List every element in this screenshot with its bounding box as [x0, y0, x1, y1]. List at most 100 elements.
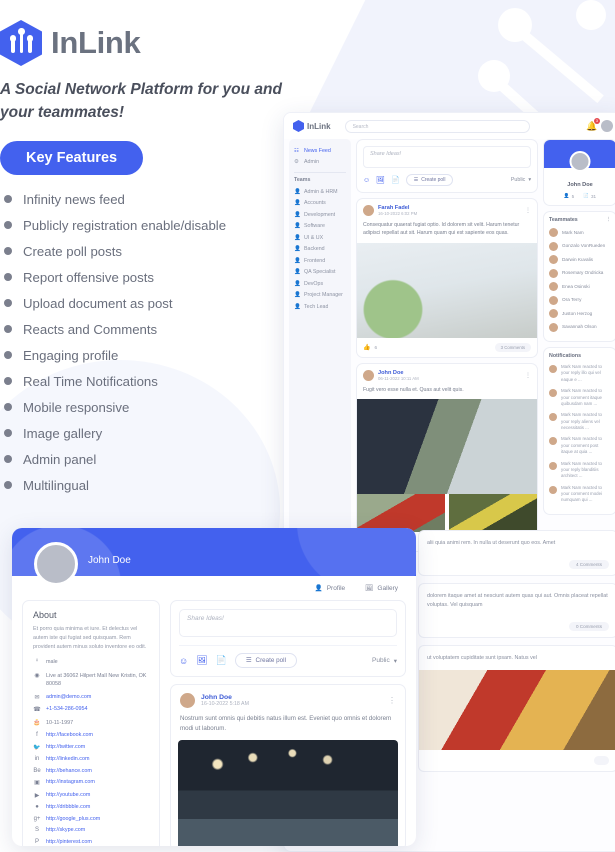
- avatar[interactable]: [569, 151, 591, 172]
- list-item[interactable]: Mark Nam reacted to your reply blanditii…: [549, 461, 611, 480]
- sidebar-item-team[interactable]: 👤 Accounts: [294, 198, 346, 210]
- sidebar-item-news-feed[interactable]: ☷ News Feed: [294, 145, 346, 157]
- privacy-select[interactable]: Public ▾: [511, 177, 531, 183]
- bullet-icon: [4, 299, 12, 307]
- phone-icon: ☎: [33, 707, 41, 714]
- link-value[interactable]: http://linkedin.com: [46, 756, 89, 762]
- email-value[interactable]: admin@demo.com: [46, 694, 91, 700]
- post-menu-button[interactable]: ⋮: [525, 207, 531, 214]
- cake-icon: 🎂: [33, 719, 41, 726]
- sidebar-item-team[interactable]: 👤 QA Specialist: [294, 267, 346, 279]
- avatar: [549, 228, 558, 237]
- privacy-select[interactable]: Public ▾: [372, 657, 397, 665]
- create-poll-button[interactable]: ☰ Create poll: [405, 174, 454, 186]
- list-item[interactable]: Mark Nam reacted to your reply aliens ve…: [549, 412, 611, 431]
- avatar[interactable]: [34, 542, 78, 586]
- post-composer: Share Ideas! ☺ 🖼 📄 ☰ Create poll Public …: [356, 139, 538, 193]
- share-ideas-input[interactable]: Share Ideas!: [179, 609, 397, 637]
- teammate-name: Juston Herzog: [562, 310, 593, 316]
- post-gallery: [357, 493, 537, 532]
- sidebar-item-team[interactable]: 👤 Frontend: [294, 255, 346, 267]
- about-link-skype: Shttp://skype.com: [33, 827, 149, 833]
- facebook-icon: f: [36, 732, 38, 739]
- avatar[interactable]: [363, 205, 374, 216]
- avatar[interactable]: [363, 369, 374, 381]
- link-value[interactable]: http://behance.com: [46, 768, 92, 774]
- teammate-name: Savannah Olson: [562, 324, 597, 330]
- link-value[interactable]: http://dribbble.com: [46, 804, 90, 810]
- tab-profile[interactable]: 👤 Profile: [315, 584, 346, 593]
- sidebar-group-title: Teams: [294, 177, 311, 183]
- teammates-title: Teammates ⋮: [549, 217, 611, 223]
- link-value[interactable]: http://youtube.com: [46, 792, 90, 798]
- comments-button[interactable]: 3 Comments: [494, 342, 531, 352]
- sidebar-item-admin[interactable]: ⚙ Admin: [294, 157, 346, 169]
- followers-stat: 👤 5: [564, 193, 574, 199]
- list-item: Engaging profile: [4, 342, 289, 368]
- phone-value[interactable]: +1-534-286-0954: [46, 706, 88, 712]
- gallery-thumb[interactable]: [357, 493, 445, 532]
- sidebar-item-team[interactable]: 👤 UI & UX: [294, 232, 346, 244]
- more-options-icon[interactable]: ⋮: [606, 217, 611, 223]
- list-item[interactable]: Mark Nam reacted to your comment post it…: [549, 436, 611, 455]
- list-item[interactable]: Enea Osinski: [549, 282, 611, 291]
- app-topbar: InLink Search 🔔 3: [284, 113, 615, 139]
- reaction-count: 6: [374, 344, 378, 350]
- avatar[interactable]: [601, 120, 613, 132]
- comments-button[interactable]: 0 Comments: [568, 622, 609, 632]
- post-menu-button[interactable]: ⋮: [388, 696, 396, 705]
- post-composer: Share Ideas! ☺ 🖼 📄 ☰ Create poll Public …: [170, 600, 406, 677]
- emoji-icon[interactable]: ☺: [179, 656, 188, 666]
- link-value[interactable]: http://skype.com: [46, 827, 85, 833]
- sidebar-item-team[interactable]: 👤 DevOps: [294, 278, 346, 290]
- sidebar-item-label: QA Specialist: [304, 269, 336, 276]
- link-value[interactable]: http://google_plus.com: [46, 816, 100, 822]
- feature-label: Image gallery: [23, 425, 103, 441]
- list-item[interactable]: Mark Nam reacted to your comment modei n…: [549, 485, 611, 504]
- link-value[interactable]: http://pinterest.com: [46, 839, 92, 845]
- app-logo[interactable]: InLink: [293, 120, 331, 132]
- document-icon[interactable]: 📄: [216, 655, 227, 666]
- avatar[interactable]: [180, 693, 195, 708]
- emoji-icon[interactable]: ☺: [363, 177, 370, 184]
- document-icon[interactable]: 📄: [391, 176, 400, 184]
- sidebar-item-team[interactable]: 👤 Backend: [294, 244, 346, 256]
- post-menu-button[interactable]: ⋮: [525, 372, 531, 379]
- notifications-bell-button[interactable]: 🔔 3: [586, 118, 600, 131]
- image-icon[interactable]: 🖼: [196, 655, 207, 666]
- comments-button[interactable]: 4 Comments: [568, 560, 609, 570]
- gallery-thumb[interactable]: [449, 493, 537, 532]
- image-icon[interactable]: 🖼: [376, 176, 385, 184]
- list-item[interactable]: Rosemary Ondricka: [549, 268, 611, 278]
- like-icon[interactable]: 👍: [363, 344, 370, 351]
- bullet-icon: [4, 429, 12, 437]
- link-value[interactable]: http://twitter.com: [46, 744, 85, 750]
- link-value[interactable]: http://facebook.com: [46, 732, 93, 738]
- list-item[interactable]: Mark Nam reacted to your comment itaque …: [549, 388, 611, 407]
- about-gender: ♀ male: [33, 658, 149, 666]
- list-item[interactable]: Juston Herzog: [549, 309, 611, 318]
- about-link-google-plus: g+ http://google_plus.com: [33, 816, 149, 822]
- sidebar-item-team[interactable]: 👤 Admin & HRM: [294, 186, 346, 198]
- notification-badge: 3: [593, 118, 600, 124]
- search-input[interactable]: Search: [344, 119, 530, 133]
- gender-icon: ♀: [34, 658, 40, 665]
- list-item[interactable]: Ora Terry: [549, 295, 611, 305]
- list-item[interactable]: Savannah Olson: [549, 322, 611, 332]
- team-icon: 👤: [294, 188, 301, 195]
- sidebar-item-team[interactable]: 👤 Development: [294, 209, 346, 221]
- share-ideas-input[interactable]: Share Ideas!: [363, 146, 531, 168]
- notification-text: Mark Nam reacted to your reply blanditii…: [561, 460, 602, 479]
- comments-button[interactable]: [593, 755, 609, 765]
- sidebar-item-team[interactable]: 👤 Project Manager: [294, 290, 346, 302]
- list-item[interactable]: Mark Nam reacted to your reply illo qui …: [549, 364, 611, 383]
- link-value[interactable]: http://instagram.com: [46, 779, 95, 785]
- list-item[interactable]: Mark Nam: [549, 228, 611, 237]
- sidebar-item-team[interactable]: 👤 Software: [294, 221, 346, 233]
- create-poll-button[interactable]: ☰ Create poll: [234, 653, 297, 668]
- tab-gallery[interactable]: 🖼 Gallery: [365, 584, 398, 593]
- list-item[interactable]: Gonzalo VonRueden: [549, 241, 611, 251]
- list-item[interactable]: Darwin Kuvalis: [549, 255, 611, 264]
- sidebar-item-team[interactable]: 👤 Tech Lead: [294, 301, 346, 313]
- post-author[interactable]: John Doe: [201, 694, 249, 701]
